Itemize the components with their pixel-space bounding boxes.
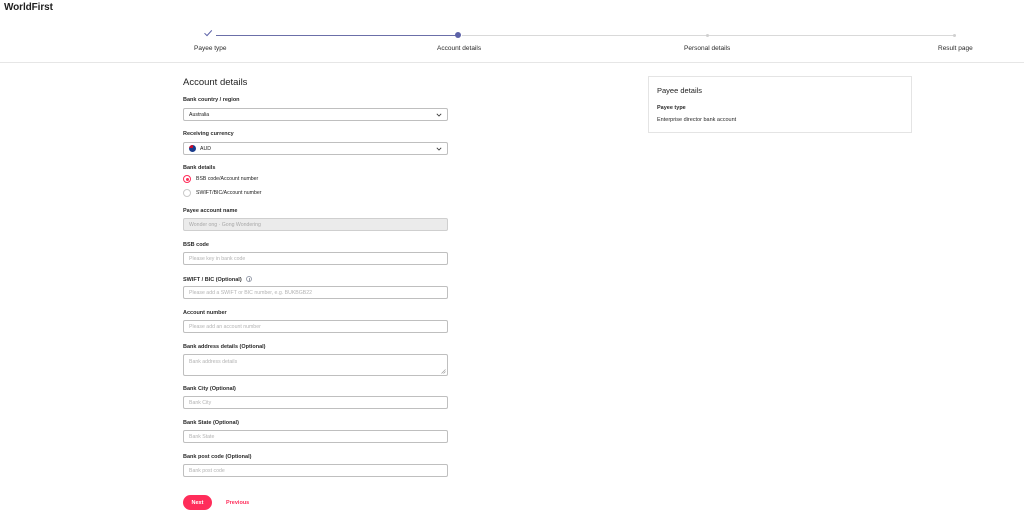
swift-bic-label: SWIFT / BIC (Optional) [183,276,252,283]
radio-bsb-account[interactable]: BSB code/Account number [183,175,258,183]
info-icon[interactable] [245,276,252,282]
page-title: Account details [183,77,248,88]
radio-bsb-account-label: BSB code/Account number [196,176,259,182]
account-number-label: Account number [183,310,227,316]
chevron-down-icon [436,147,442,151]
bank-state-placeholder: Bank State [189,433,215,440]
swift-bic-label-text: SWIFT / BIC (Optional) [183,277,242,283]
bank-post-code-label: Bank post code (Optional) [183,454,252,460]
account-number-placeholder: Please add an account number [189,323,261,330]
check-icon [204,30,213,37]
bank-state-input[interactable]: Bank State [183,430,448,443]
chevron-down-icon [436,113,442,117]
australia-flag-icon [189,145,196,152]
resize-handle-icon[interactable] [441,369,446,374]
bank-details-label: Bank details [183,165,216,171]
radio-swift-account[interactable]: SWIFT/BIC/Account number [183,189,261,197]
bank-post-code-placeholder: Bank post code [189,467,225,474]
payee-account-name-value: Wonder ong · Gong Wondering [189,221,261,228]
bsb-code-placeholder: Please key in bank code [189,255,246,262]
bank-country-label: Bank country / region [183,97,240,103]
swift-bic-placeholder: Please add a SWIFT or BIC number, e.g. B… [189,289,313,296]
payee-account-name-label: Payee account name [183,208,238,214]
swift-bic-input[interactable]: Please add a SWIFT or BIC number, e.g. B… [183,286,448,299]
bank-state-label: Bank State (Optional) [183,420,239,426]
stepper-dot-personal-details [706,34,709,37]
bank-city-input[interactable]: Bank City [183,396,448,409]
stepper-line-completed [216,35,458,36]
bank-address-placeholder: Bank address details [189,359,238,365]
payee-type-value: Enterprise director bank account [657,117,737,123]
stepper-dot-result-page [953,34,956,37]
receiving-currency-label: Receiving currency [183,131,234,137]
account-number-input[interactable]: Please add an account number [183,320,448,333]
previous-button[interactable]: Previous [220,495,249,510]
bsb-code-input[interactable]: Please key in bank code [183,252,448,265]
bank-country-select[interactable]: Australia [183,108,448,121]
bank-city-placeholder: Bank City [189,399,212,406]
step-payee-type: Payee type [194,45,227,52]
payee-details-card: Payee details Payee type Enterprise dire… [648,76,912,133]
receiving-currency-value: AUD [200,145,211,152]
payee-details-title: Payee details [657,86,703,95]
next-button[interactable]: Next [183,495,212,510]
step-personal-details: Personal details [684,45,731,52]
bank-address-textarea[interactable]: Bank address details [183,354,448,376]
step-account-details: Account details [437,45,482,52]
bank-city-label: Bank City (Optional) [183,386,236,392]
radio-swift-account-label: SWIFT/BIC/Account number [196,190,262,196]
bank-post-code-input[interactable]: Bank post code [183,464,448,477]
radio-button-selected[interactable] [183,175,191,183]
radio-button[interactable] [183,189,191,197]
payee-type-label: Payee type [657,105,686,111]
bank-address-label: Bank address details (Optional) [183,344,266,350]
step-result-page: Result page [938,45,973,52]
bsb-code-label: BSB code [183,242,209,248]
receiving-currency-select[interactable]: AUD [183,142,448,155]
bank-country-value: Australia [189,111,210,118]
stepper-dot-active [455,32,461,38]
payee-account-name-field: Wonder ong · Gong Wondering [183,218,448,231]
progress-stepper: Payee type Account details Personal deta… [0,0,1024,63]
